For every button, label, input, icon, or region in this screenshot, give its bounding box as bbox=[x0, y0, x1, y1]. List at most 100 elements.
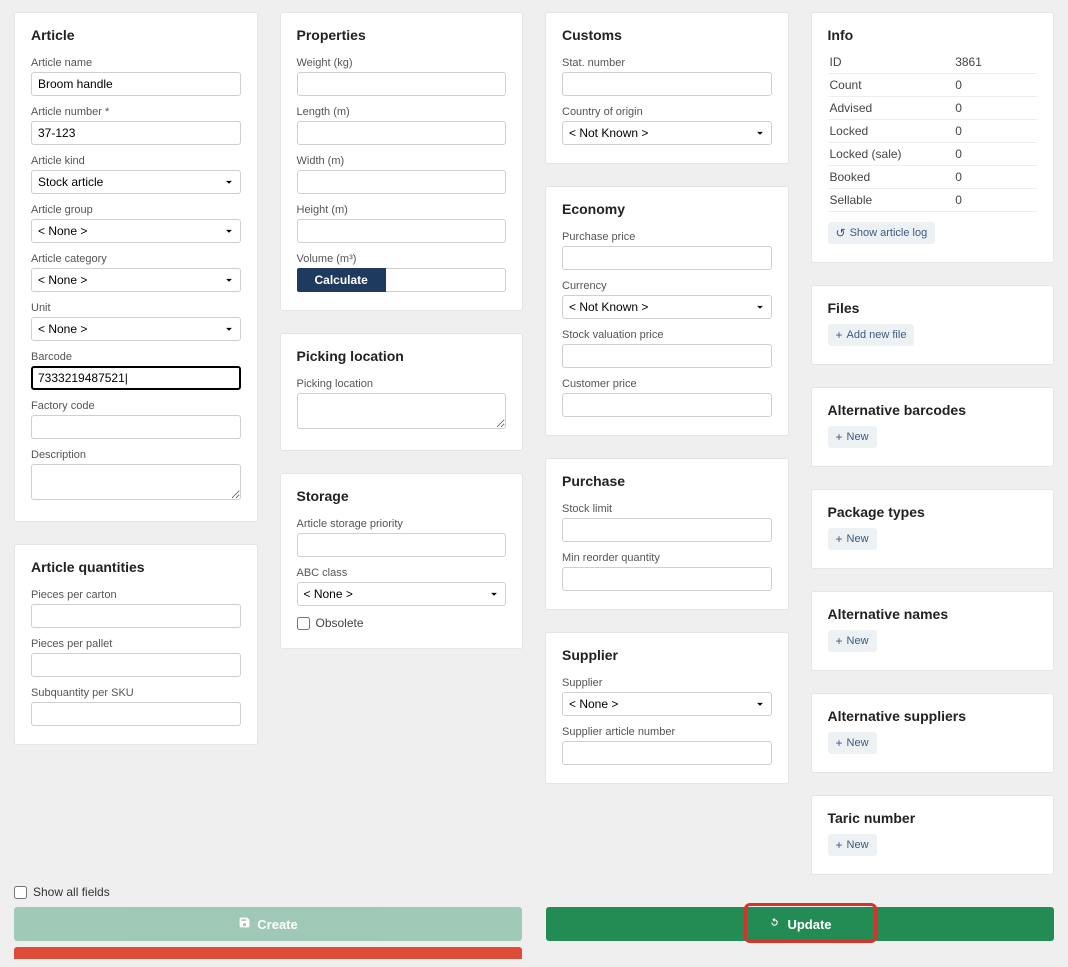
length-input[interactable] bbox=[297, 121, 507, 145]
stock-valuation-label: Stock valuation price bbox=[562, 329, 772, 341]
new-name-button[interactable]: + New bbox=[828, 630, 877, 652]
volume-label: Volume (m³) bbox=[297, 253, 507, 265]
new-barcode-button[interactable]: + New bbox=[828, 426, 877, 448]
picking-location-input[interactable] bbox=[297, 393, 507, 429]
files-card: Files + Add new file bbox=[811, 285, 1055, 365]
barcode-input[interactable] bbox=[31, 366, 241, 390]
purchase-price-label: Purchase price bbox=[562, 231, 772, 243]
info-table: ID3861 Count0 Advised0 Locked0 Locked (s… bbox=[828, 51, 1038, 212]
storage-title: Storage bbox=[297, 488, 507, 504]
table-row: Advised0 bbox=[828, 97, 1038, 120]
pieces-pallet-input[interactable] bbox=[31, 653, 241, 677]
new-package-button[interactable]: + New bbox=[828, 528, 877, 550]
obsolete-label: Obsolete bbox=[316, 616, 364, 630]
table-row: Count0 bbox=[828, 74, 1038, 97]
weight-input[interactable] bbox=[297, 72, 507, 96]
article-group-label: Article group bbox=[31, 204, 241, 216]
history-icon: ↺ bbox=[836, 226, 846, 240]
economy-card: Economy Purchase price Currency < Not Kn… bbox=[545, 186, 789, 436]
customer-price-label: Customer price bbox=[562, 378, 772, 390]
plus-icon: + bbox=[836, 634, 843, 648]
plus-icon: + bbox=[836, 736, 843, 750]
country-origin-label: Country of origin bbox=[562, 106, 772, 118]
width-label: Width (m) bbox=[297, 155, 507, 167]
alt-suppliers-card: Alternative suppliers + New bbox=[811, 693, 1055, 773]
picking-location-label: Picking location bbox=[297, 378, 507, 390]
customer-price-input[interactable] bbox=[562, 393, 772, 417]
purchase-card: Purchase Stock limit Min reorder quantit… bbox=[545, 458, 789, 610]
plus-icon: + bbox=[836, 532, 843, 546]
properties-title: Properties bbox=[297, 27, 507, 43]
show-all-fields-label: Show all fields bbox=[33, 885, 110, 899]
article-name-input[interactable] bbox=[31, 72, 241, 96]
stock-limit-input[interactable] bbox=[562, 518, 772, 542]
stock-valuation-input[interactable] bbox=[562, 344, 772, 368]
storage-priority-label: Article storage priority bbox=[297, 518, 507, 530]
article-card: Article Article name Article number * Ar… bbox=[14, 12, 258, 522]
alt-names-card: Alternative names + New bbox=[811, 591, 1055, 671]
purchase-price-input[interactable] bbox=[562, 246, 772, 270]
show-article-log-button[interactable]: ↺ Show article log bbox=[828, 222, 936, 244]
stock-limit-label: Stock limit bbox=[562, 503, 772, 515]
create-button[interactable]: Create bbox=[14, 907, 522, 941]
refresh-icon bbox=[768, 916, 781, 932]
taric-title: Taric number bbox=[828, 810, 1038, 826]
alt-suppliers-title: Alternative suppliers bbox=[828, 708, 1038, 724]
article-kind-label: Article kind bbox=[31, 155, 241, 167]
info-title: Info bbox=[828, 27, 1038, 43]
calculate-button[interactable]: Calculate bbox=[297, 268, 386, 292]
show-all-fields-checkbox[interactable] bbox=[14, 886, 27, 899]
description-input[interactable] bbox=[31, 464, 241, 500]
plus-icon: + bbox=[836, 838, 843, 852]
info-card: Info ID3861 Count0 Advised0 Locked0 Lock… bbox=[811, 12, 1055, 263]
supplier-label: Supplier bbox=[562, 677, 772, 689]
delete-button-partial[interactable] bbox=[14, 947, 522, 959]
country-origin-select[interactable]: < Not Known > bbox=[562, 121, 772, 145]
article-category-select[interactable]: < None > bbox=[31, 268, 241, 292]
volume-input[interactable] bbox=[386, 268, 506, 292]
article-number-input[interactable] bbox=[31, 121, 241, 145]
article-name-label: Article name bbox=[31, 57, 241, 69]
height-input[interactable] bbox=[297, 219, 507, 243]
length-label: Length (m) bbox=[297, 106, 507, 118]
stat-number-label: Stat. number bbox=[562, 57, 772, 69]
supplier-title: Supplier bbox=[562, 647, 772, 663]
weight-label: Weight (kg) bbox=[297, 57, 507, 69]
abc-label: ABC class bbox=[297, 567, 507, 579]
plus-icon: + bbox=[836, 430, 843, 444]
unit-select[interactable]: < None > bbox=[31, 317, 241, 341]
picking-title: Picking location bbox=[297, 348, 507, 364]
currency-select[interactable]: < Not Known > bbox=[562, 295, 772, 319]
pieces-carton-label: Pieces per carton bbox=[31, 589, 241, 601]
table-row: ID3861 bbox=[828, 51, 1038, 74]
article-kind-select[interactable]: Stock article bbox=[31, 170, 241, 194]
min-reorder-input[interactable] bbox=[562, 567, 772, 591]
abc-select[interactable]: < None > bbox=[297, 582, 507, 606]
factory-code-label: Factory code bbox=[31, 400, 241, 412]
update-button[interactable]: Update bbox=[546, 907, 1054, 941]
purchase-title: Purchase bbox=[562, 473, 772, 489]
min-reorder-label: Min reorder quantity bbox=[562, 552, 772, 564]
quantities-card: Article quantities Pieces per carton Pie… bbox=[14, 544, 258, 745]
supplier-artnum-input[interactable] bbox=[562, 741, 772, 765]
obsolete-checkbox[interactable] bbox=[297, 617, 310, 630]
plus-icon: + bbox=[836, 328, 843, 342]
properties-card: Properties Weight (kg) Length (m) Width … bbox=[280, 12, 524, 311]
add-file-button[interactable]: + Add new file bbox=[828, 324, 915, 346]
supplier-select[interactable]: < None > bbox=[562, 692, 772, 716]
width-input[interactable] bbox=[297, 170, 507, 194]
storage-card: Storage Article storage priority ABC cla… bbox=[280, 473, 524, 649]
quantities-title: Article quantities bbox=[31, 559, 241, 575]
table-row: Booked0 bbox=[828, 166, 1038, 189]
new-supplier-button[interactable]: + New bbox=[828, 732, 877, 754]
article-group-select[interactable]: < None > bbox=[31, 219, 241, 243]
taric-card: Taric number + New bbox=[811, 795, 1055, 875]
new-taric-button[interactable]: + New bbox=[828, 834, 877, 856]
description-label: Description bbox=[31, 449, 241, 461]
storage-priority-input[interactable] bbox=[297, 533, 507, 557]
pieces-carton-input[interactable] bbox=[31, 604, 241, 628]
economy-title: Economy bbox=[562, 201, 772, 217]
stat-number-input[interactable] bbox=[562, 72, 772, 96]
subqty-input[interactable] bbox=[31, 702, 241, 726]
factory-code-input[interactable] bbox=[31, 415, 241, 439]
